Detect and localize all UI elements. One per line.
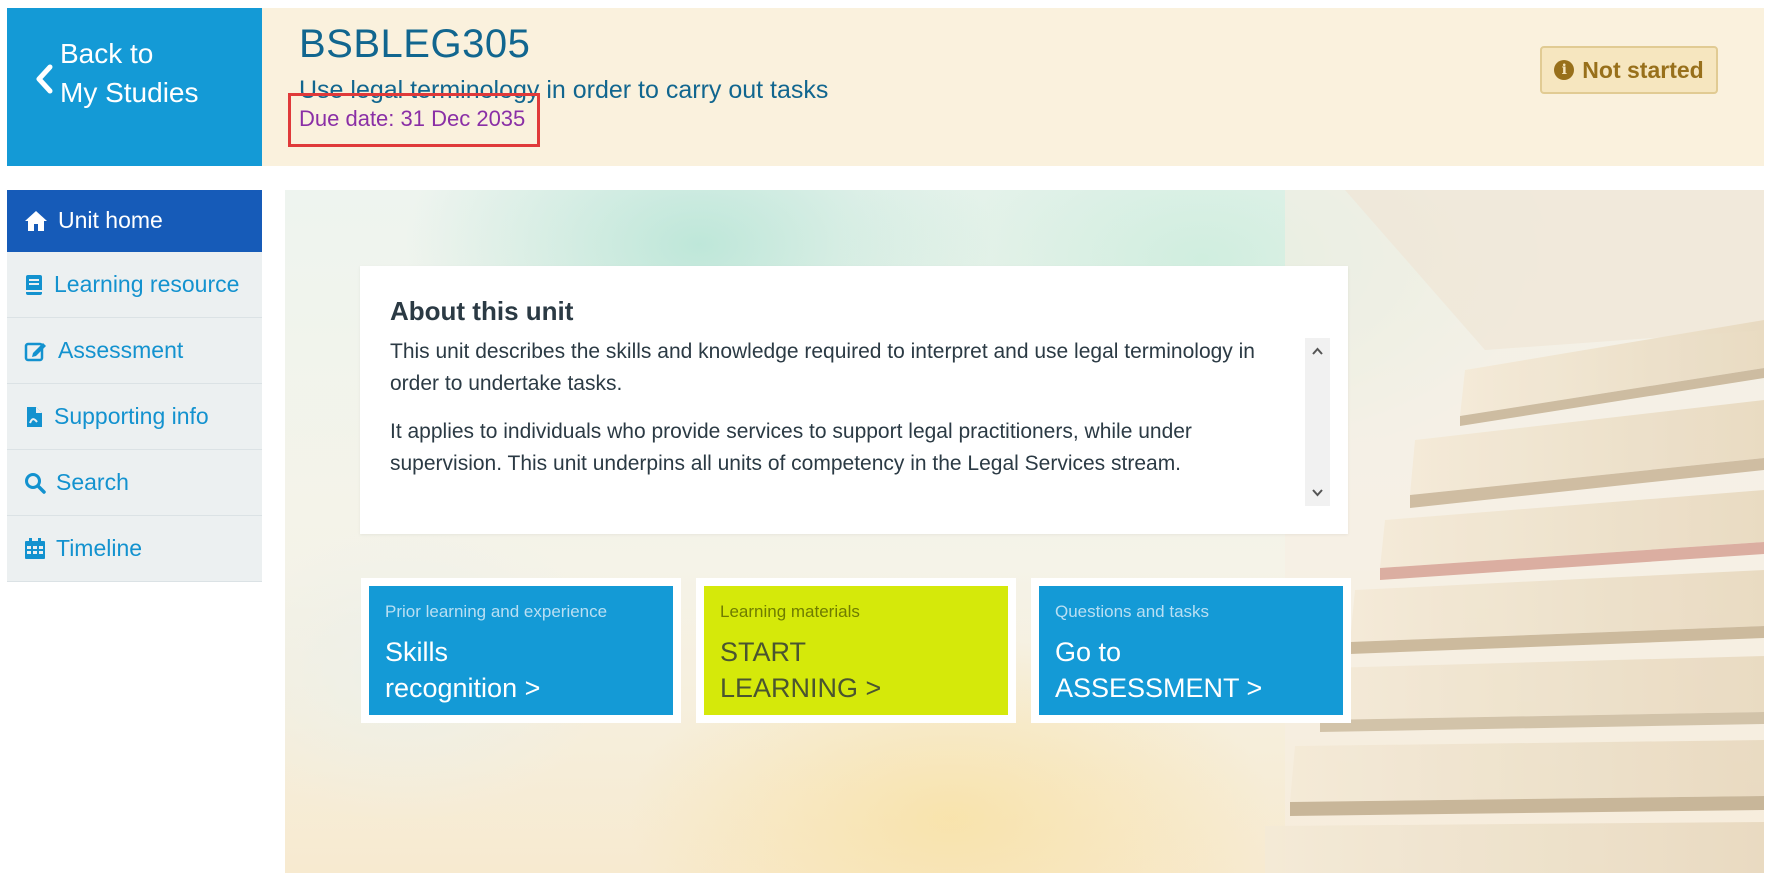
tile-cta-line1: Go to: [1055, 637, 1122, 667]
sidebar-item-label: Search: [56, 469, 129, 495]
about-paragraph-1: This unit describes the skills and knowl…: [390, 340, 1255, 395]
tile-cta: Skills recognition >: [385, 634, 540, 706]
tile-cta-line1: START: [720, 637, 807, 667]
sidebar-item-search[interactable]: Search: [7, 450, 262, 516]
tile-skills-recognition-wrap: Prior learning and experience Skills rec…: [361, 578, 681, 723]
tile-cta-line2: LEARNING >: [720, 673, 882, 703]
info-icon: i: [1554, 60, 1575, 80]
sidebar-item-assessment[interactable]: Assessment: [7, 318, 262, 384]
scroll-down-icon[interactable]: [1310, 485, 1325, 500]
tile-cta-line2: recognition >: [385, 673, 541, 703]
scroll-up-icon[interactable]: [1310, 344, 1325, 359]
sidebar-item-unit-home[interactable]: Unit home: [7, 190, 262, 252]
tile-kicker: Prior learning and experience: [385, 602, 608, 621]
status-label: Not started: [1582, 56, 1704, 83]
hero-background: About this unit This unit describes the …: [285, 190, 1764, 873]
document-icon: [27, 406, 42, 427]
home-icon: [25, 210, 47, 231]
book-icon: [26, 274, 42, 295]
tile-cta-line2: ASSESSMENT >: [1055, 673, 1263, 703]
about-paragraph-2: It applies to individuals who provide se…: [390, 420, 1192, 475]
sidebar-item-label: Timeline: [56, 535, 143, 561]
start-learning-tile[interactable]: Learning materials START LEARNING >: [704, 586, 1008, 715]
sidebar-nav: Unit home Learning resource Assessment S…: [7, 190, 262, 582]
due-date: Due date: 31 Dec 2035: [299, 106, 526, 131]
back-label-line2: My Studies: [60, 77, 199, 108]
tile-kicker: Learning materials: [720, 602, 860, 621]
unit-code: BSBLEG305: [299, 22, 531, 66]
back-label-line1: Back to: [60, 38, 154, 69]
status-badge: i Not started: [1540, 46, 1718, 94]
sidebar-item-label: Supporting info: [54, 403, 209, 429]
about-title: About this unit: [390, 296, 574, 326]
search-icon: [25, 472, 46, 494]
sidebar-item-label: Assessment: [58, 337, 184, 363]
about-scrollbar[interactable]: [1305, 338, 1330, 506]
tile-start-learning-wrap: Learning materials START LEARNING >: [696, 578, 1016, 723]
tile-cta-line1: Skills: [385, 637, 449, 667]
edit-icon: [24, 342, 46, 361]
sidebar-item-label: Unit home: [58, 207, 163, 233]
tile-cta: START LEARNING >: [720, 634, 881, 706]
sidebar-item-learning-resource[interactable]: Learning resource: [7, 252, 262, 318]
unit-header: BSBLEG305 Use legal terminology in order…: [262, 8, 1764, 166]
chevron-left-icon: [36, 64, 53, 94]
sidebar-item-label: Learning resource: [54, 271, 240, 297]
sidebar-item-supporting-info[interactable]: Supporting info: [7, 384, 262, 450]
go-to-assessment-tile[interactable]: Questions and tasks Go to ASSESSMENT >: [1039, 586, 1343, 715]
about-body: This unit describes the skills and knowl…: [390, 336, 1270, 496]
calendar-icon: [25, 537, 45, 559]
tile-kicker: Questions and tasks: [1055, 602, 1210, 621]
tile-cta: Go to ASSESSMENT >: [1055, 634, 1262, 706]
back-button-label: Back to My Studies: [60, 34, 199, 112]
about-unit-card: About this unit This unit describes the …: [360, 266, 1348, 534]
sidebar-item-timeline[interactable]: Timeline: [7, 516, 262, 582]
back-to-my-studies-button[interactable]: Back to My Studies: [7, 8, 262, 166]
tile-go-to-assessment-wrap: Questions and tasks Go to ASSESSMENT >: [1031, 578, 1351, 723]
skills-recognition-tile[interactable]: Prior learning and experience Skills rec…: [369, 586, 673, 715]
